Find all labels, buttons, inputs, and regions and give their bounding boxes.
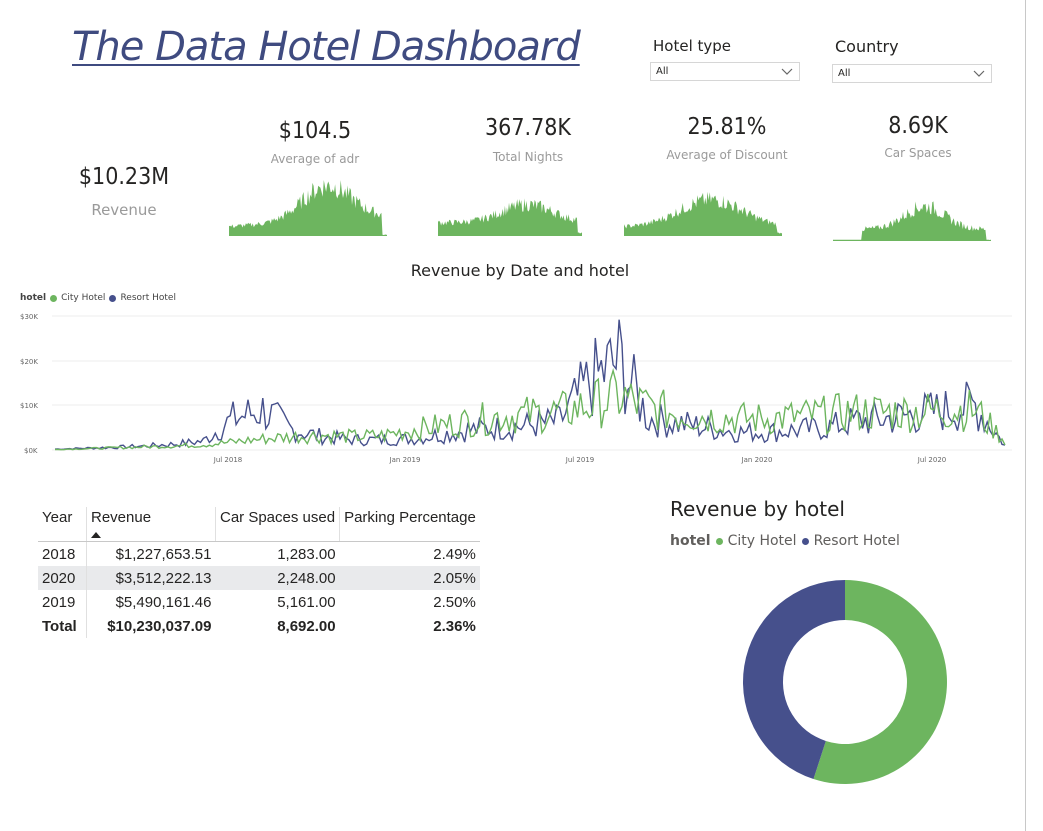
series-line-city-hotel[interactable] [55, 367, 1006, 451]
year-cell: 2018 [38, 541, 87, 566]
chevron-down-icon [973, 70, 985, 77]
x-tick-label: Jul 2019 [565, 456, 595, 464]
table-total-row: Total $10,230,037.09 8,692.00 2.36% [38, 614, 480, 638]
table-row: 2018 $1,227,653.51 1,283.00 2.49% [38, 541, 480, 566]
sort-ascending-icon [91, 532, 101, 538]
nights-sparkline [438, 198, 582, 236]
column-header-year[interactable]: Year [38, 507, 87, 542]
y-tick-label: $0K [24, 447, 38, 455]
total-label-cell: Total [38, 614, 87, 638]
donut-legend-city-hotel[interactable]: City Hotel [728, 533, 797, 549]
car-kpi-value: 8.69K [888, 113, 948, 139]
x-tick-label: Jan 2020 [741, 456, 773, 464]
year-cell: 2020 [38, 566, 87, 590]
resort-hotel-swatch [801, 537, 809, 545]
column-header-parking-percentage[interactable]: Parking Percentage [339, 507, 480, 542]
x-tick-label: Jul 2018 [213, 456, 243, 464]
revenue-cell: $5,490,161.46 [115, 593, 212, 611]
hotel-type-value: All [656, 66, 669, 77]
column-header-car-spaces[interactable]: Car Spaces used [215, 507, 341, 542]
car-spaces-cell: 2,248.00 [215, 566, 340, 590]
total-parking-percentage-cell: 2.36% [433, 617, 476, 635]
discount-kpi-label: Average of Discount [666, 148, 788, 162]
y-axis-labels: $30K $20K $10K $0K [20, 313, 38, 455]
car-sparkline-area [833, 201, 991, 241]
parking-percentage-cell: 2.49% [433, 545, 476, 563]
car-sparkline [833, 201, 991, 241]
x-tick-label: Jan 2019 [389, 456, 421, 464]
revenue-table: Year Revenue Car Spaces used Parking Per… [38, 507, 480, 638]
donut-legend-title: hotel [670, 533, 711, 549]
table-header-row: Year Revenue Car Spaces used Parking Per… [38, 507, 480, 542]
table-row: 2019 $5,490,161.46 5,161.00 2.50% [38, 590, 480, 614]
car-spaces-cell: 5,161.00 [277, 593, 336, 611]
discount-kpi-value: 25.81% [687, 114, 767, 140]
nights-kpi-value: 367.78K [485, 115, 571, 141]
revenue-line-chart: $30K $20K $10K $0K Jul 2018 Jan 2019 Jul… [20, 313, 1012, 464]
adr-sparkline-area [229, 180, 387, 236]
adr-kpi-label: Average of adr [270, 152, 360, 166]
x-tick-label: Jul 2020 [917, 456, 947, 464]
country-value: All [838, 68, 851, 79]
y-tick-label: $30K [20, 313, 38, 321]
x-axis-labels: Jul 2018 Jan 2019 Jul 2019 Jan 2020 Jul … [213, 456, 947, 464]
donut-legend: hotel City Hotel Resort Hotel [670, 533, 900, 549]
car-kpi-label: Car Spaces [884, 146, 952, 160]
year-cell: 2019 [38, 590, 87, 614]
donut-title: Revenue by hotel [670, 497, 845, 521]
revenue-cell: $3,512,222.13 [86, 566, 216, 590]
country-dropdown[interactable]: All [832, 64, 992, 83]
hotel-type-dropdown[interactable]: All [650, 62, 800, 81]
adr-kpi-value: $104.5 [278, 118, 352, 144]
nights-kpi-label: Total Nights [492, 150, 564, 164]
discount-sparkline [624, 191, 782, 236]
canvas-edge [1025, 0, 1026, 831]
car-spaces-cell: 1,283.00 [277, 545, 336, 563]
revenue-kpi-label: Revenue [91, 201, 157, 219]
revenue-kpi-value: $10.23M [78, 164, 170, 190]
line-chart-legend: hotel City Hotel Resort Hotel [20, 293, 176, 303]
column-header-revenue[interactable]: Revenue [86, 507, 216, 542]
hotel-type-slicer-label: Hotel type [653, 37, 732, 55]
country-slicer-label: Country [835, 37, 899, 56]
column-header-revenue-label: Revenue [91, 509, 152, 526]
city-hotel-swatch [50, 294, 58, 302]
donut-legend-resort-hotel[interactable]: Resort Hotel [814, 533, 900, 549]
nights-sparkline-area [438, 198, 582, 236]
legend-title: hotel [20, 293, 47, 303]
page-title: The Data Hotel Dashboard [72, 24, 581, 70]
parking-percentage-cell: 2.05% [339, 566, 480, 590]
parking-percentage-cell: 2.50% [433, 593, 476, 611]
discount-sparkline-area [624, 191, 782, 236]
legend-city-hotel[interactable]: City Hotel [61, 293, 105, 303]
y-tick-label: $10K [20, 402, 38, 410]
total-revenue-cell: $10,230,037.09 [107, 617, 212, 635]
revenue-donut-chart [742, 580, 947, 784]
y-tick-label: $20K [20, 358, 38, 366]
adr-sparkline [229, 180, 387, 236]
line-chart-title: Revenue by Date and hotel [410, 261, 630, 280]
revenue-cell: $1,227,653.51 [115, 545, 212, 563]
total-car-spaces-cell: 8,692.00 [277, 617, 336, 635]
legend-resort-hotel[interactable]: Resort Hotel [120, 293, 176, 303]
city-hotel-swatch [715, 537, 723, 545]
table-row: 2020 $3,512,222.13 2,248.00 2.05% [38, 566, 480, 590]
chevron-down-icon [781, 68, 793, 75]
series-line-resort-hotel[interactable] [54, 319, 1006, 451]
resort-hotel-swatch [109, 294, 117, 302]
